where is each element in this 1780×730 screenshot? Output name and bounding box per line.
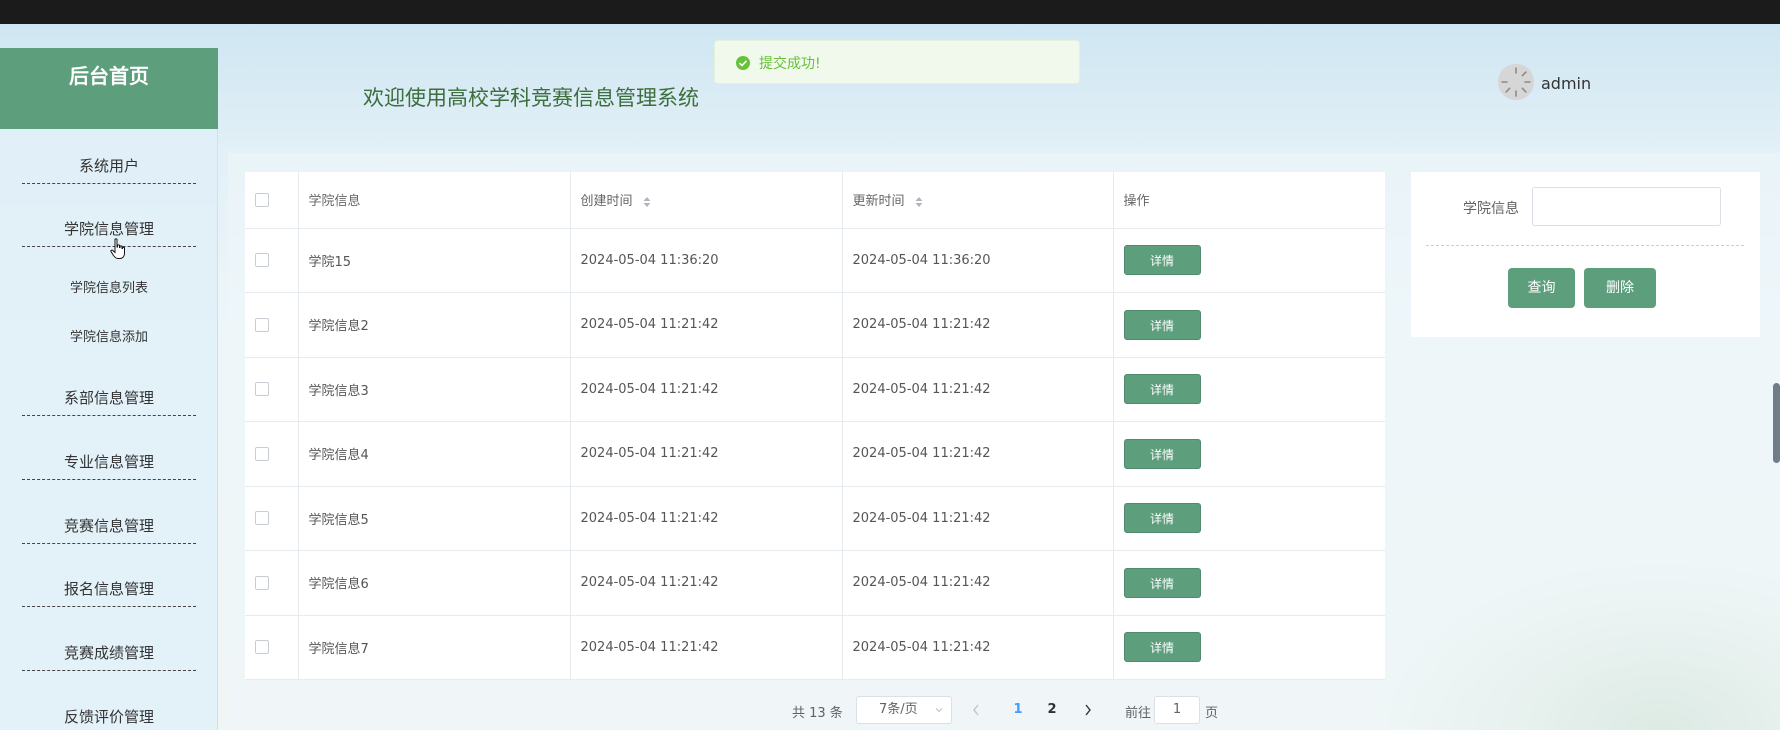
search-label: 学院信息 (1463, 201, 1519, 217)
cell-created-time: 2024-05-04 11:21:42 (570, 550, 843, 616)
cell-college-name: 学院信息6 (298, 550, 571, 616)
cell-created-time: 2024-05-04 11:21:42 (570, 615, 843, 680)
table-row: 学院信息4 2024-05-04 11:21:42 2024-05-04 11:… (245, 421, 1385, 487)
page-number-1[interactable]: 1 (1008, 702, 1028, 717)
table-row: 学院信息5 2024-05-04 11:21:42 2024-05-04 11:… (245, 486, 1385, 551)
detail-button[interactable]: 详情 (1123, 374, 1201, 405)
page-title: 欢迎使用高校学科竞赛信息管理系统 (363, 86, 699, 110)
cell-college-name: 学院信息2 (298, 292, 571, 358)
scrollbar-thumb[interactable] (1773, 383, 1780, 463)
select-all-checkbox[interactable] (255, 192, 269, 207)
cell-updated-time: 2024-05-04 11:21:42 (842, 550, 1114, 616)
detail-button[interactable]: 详情 (1123, 503, 1201, 534)
row-checkbox[interactable] (255, 575, 269, 590)
sidebar-item-college-info[interactable]: 学院信息管理 (22, 211, 196, 247)
row-checkbox[interactable] (255, 446, 269, 461)
avatar[interactable] (1498, 64, 1534, 100)
cell-college-name: 学院信息5 (298, 486, 571, 551)
chevron-left-icon[interactable] (970, 702, 982, 718)
screen-top-bar (0, 0, 1780, 24)
query-button[interactable]: 查询 (1508, 268, 1575, 308)
goto-label: 前往 (1125, 706, 1152, 721)
cell-created-time: 2024-05-04 11:21:42 (570, 421, 843, 487)
cell-updated-time: 2024-05-04 11:21:42 (842, 486, 1114, 551)
username[interactable]: admin (1541, 74, 1591, 93)
table-row: 学院15 2024-05-04 11:36:20 2024-05-04 11:3… (245, 228, 1385, 293)
chevron-right-icon[interactable] (1082, 702, 1094, 718)
page-number-2[interactable]: 2 (1042, 702, 1062, 717)
table-row: 学院信息3 2024-05-04 11:21:42 2024-05-04 11:… (245, 357, 1385, 422)
detail-button[interactable]: 详情 (1123, 438, 1201, 469)
cell-created-time: 2024-05-04 11:21:42 (570, 357, 843, 422)
detail-button[interactable]: 详情 (1123, 567, 1201, 598)
cell-college-name: 学院15 (298, 228, 571, 293)
college-table: 学院信息 创建时间 更新时间 操作 学院15 2024-05-04 11:36:… (245, 172, 1385, 680)
sidebar-item-major-info[interactable]: 专业信息管理 (22, 444, 196, 480)
column-header-actions: 操作 (1113, 172, 1385, 229)
page-size-select[interactable]: 7条/页 (856, 696, 952, 724)
sidebar-item-feedback[interactable]: 反馈评价管理 (22, 699, 196, 730)
sidebar-item-system-users[interactable]: 系统用户 (22, 148, 196, 184)
sidebar-item-registration-info[interactable]: 报名信息管理 (22, 571, 196, 607)
sidebar-home-link[interactable]: 后台首页 (0, 48, 218, 129)
sidebar-subitem-college-add[interactable]: 学院信息添加 (22, 326, 196, 350)
college-search-input[interactable] (1532, 187, 1721, 226)
chevron-down-icon (935, 708, 943, 713)
select-all-cell (245, 172, 299, 229)
delete-button[interactable]: 删除 (1584, 268, 1656, 308)
table-row: 学院信息6 2024-05-04 11:21:42 2024-05-04 11:… (245, 550, 1385, 616)
search-divider (1426, 245, 1744, 246)
cell-updated-time: 2024-05-04 11:21:42 (842, 357, 1114, 422)
search-panel: 学院信息 查询 删除 (1411, 172, 1760, 337)
hand-pointer-icon (110, 238, 125, 259)
detail-button[interactable]: 详情 (1123, 245, 1201, 276)
table-header-row: 学院信息 创建时间 更新时间 操作 (245, 172, 1385, 229)
success-toast: 提交成功! (714, 40, 1080, 84)
sort-caret-icon[interactable] (643, 196, 651, 208)
column-header-updated[interactable]: 更新时间 (842, 172, 1114, 229)
cell-updated-time: 2024-05-04 11:21:42 (842, 421, 1114, 487)
row-checkbox[interactable] (255, 511, 269, 526)
cell-college-name: 学院信息7 (298, 615, 571, 680)
sidebar-item-department-info[interactable]: 系部信息管理 (22, 380, 196, 416)
pagination-total: 共 13 条 (792, 706, 843, 721)
cell-created-time: 2024-05-04 11:21:42 (570, 486, 843, 551)
cell-created-time: 2024-05-04 11:36:20 (570, 228, 843, 293)
check-circle-icon (736, 56, 750, 70)
row-checkbox[interactable] (255, 317, 269, 332)
cell-updated-time: 2024-05-04 11:36:20 (842, 228, 1114, 293)
goto-page-input[interactable]: 1 (1154, 696, 1200, 724)
detail-button[interactable]: 详情 (1123, 632, 1201, 663)
sidebar-subitem-college-list[interactable]: 学院信息列表 (22, 277, 196, 301)
cell-created-time: 2024-05-04 11:21:42 (570, 292, 843, 358)
sidebar-item-competition-info[interactable]: 竞赛信息管理 (22, 508, 196, 544)
detail-button[interactable]: 详情 (1123, 309, 1201, 340)
column-header-created[interactable]: 创建时间 (570, 172, 843, 229)
row-checkbox[interactable] (255, 382, 269, 397)
table-row: 学院信息2 2024-05-04 11:21:42 2024-05-04 11:… (245, 292, 1385, 358)
row-checkbox[interactable] (255, 640, 269, 655)
table-row: 学院信息7 2024-05-04 11:21:42 2024-05-04 11:… (245, 615, 1385, 680)
cell-college-name: 学院信息3 (298, 357, 571, 422)
cell-updated-time: 2024-05-04 11:21:42 (842, 292, 1114, 358)
row-checkbox[interactable] (255, 253, 269, 268)
cell-updated-time: 2024-05-04 11:21:42 (842, 615, 1114, 680)
page-size-value: 7条/页 (879, 702, 918, 717)
column-header-college: 学院信息 (298, 172, 571, 229)
cell-college-name: 学院信息4 (298, 421, 571, 487)
goto-unit: 页 (1205, 706, 1219, 721)
loading-spinner-icon (1498, 64, 1534, 100)
toast-message: 提交成功! (759, 56, 821, 72)
sort-caret-icon[interactable] (915, 196, 923, 208)
sidebar-item-competition-scores[interactable]: 竞赛成绩管理 (22, 635, 196, 671)
